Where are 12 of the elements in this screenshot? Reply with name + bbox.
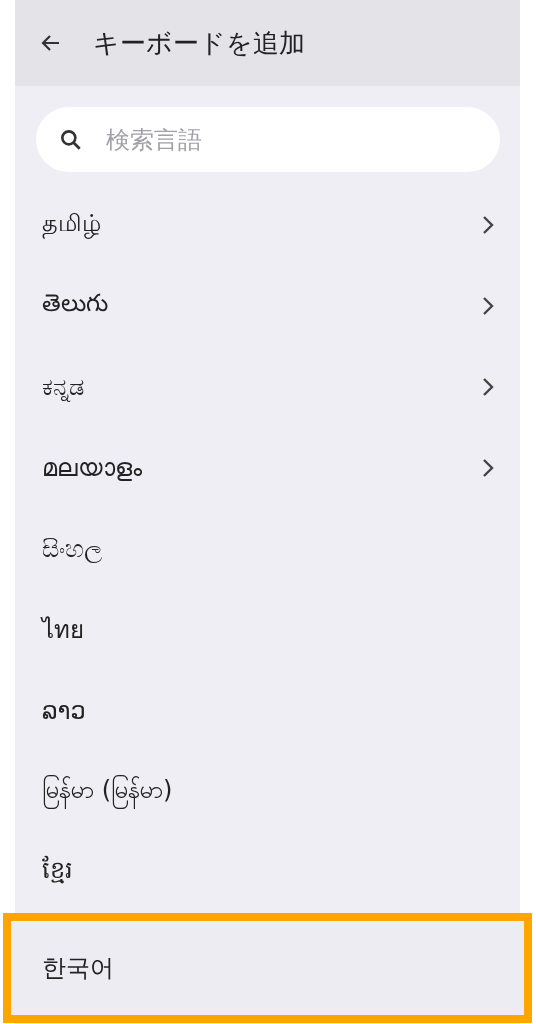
language-item[interactable]: ಕನ್ನಡ	[3, 346, 532, 427]
language-item[interactable]: தமிழ்	[3, 184, 532, 265]
search-field[interactable]: 検索言語	[36, 107, 500, 172]
language-item[interactable]: မြန်မာ (မြန်မာ)	[3, 751, 532, 832]
language-item[interactable]: తెలుగు	[3, 265, 532, 346]
language-item[interactable]: ខ្មែរ	[3, 832, 532, 913]
language-item[interactable]: ລາວ	[3, 670, 532, 751]
language-item[interactable]: മലയാളം	[3, 427, 532, 508]
screen-title: キーボードを追加	[93, 26, 305, 60]
language-item[interactable]: සිංහල	[3, 508, 532, 589]
language-item[interactable]: 한국어	[3, 913, 532, 1023]
language-item[interactable]: ไทย	[3, 589, 532, 670]
